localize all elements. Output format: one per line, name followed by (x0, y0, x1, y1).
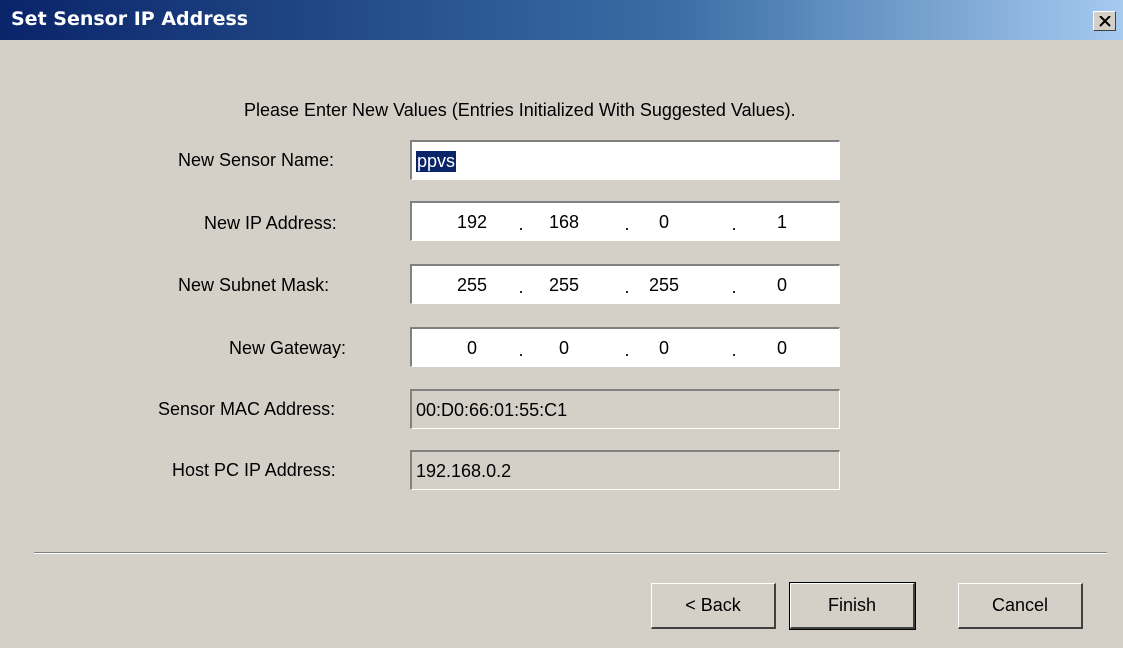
ip-dot: . (731, 277, 737, 297)
sensor-name-input[interactable]: ppvs (410, 140, 840, 180)
close-icon (1099, 16, 1111, 27)
ip-dot: . (624, 277, 630, 297)
ip-dot: . (518, 340, 524, 360)
gateway-octet-1[interactable]: 0 (444, 338, 500, 359)
back-button[interactable]: < Back (651, 583, 776, 629)
sensor-name-value: ppvs (416, 151, 457, 172)
gateway-octet-2[interactable]: 0 (536, 338, 592, 359)
mac-address-value: 00:D0:66:01:55:C1 (416, 400, 568, 420)
gateway-input[interactable]: 0 . 0 . 0 . 0 (410, 327, 840, 367)
title-bar: Set Sensor IP Address (0, 0, 1123, 40)
ip-dot: . (731, 340, 737, 360)
subnet-octet-1[interactable]: 255 (444, 275, 500, 296)
subnet-mask-label: New Subnet Mask: (178, 275, 330, 295)
subnet-octet-3[interactable]: 255 (636, 275, 692, 296)
host-ip-field: 192.168.0.2 (410, 450, 840, 490)
sensor-name-label: New Sensor Name: (178, 150, 335, 170)
gateway-octet-3[interactable]: 0 (636, 338, 692, 359)
ip-dot: . (518, 277, 524, 297)
window-title: Set Sensor IP Address (11, 8, 249, 30)
host-ip-value: 192.168.0.2 (416, 461, 512, 481)
host-ip-label: Host PC IP Address: (172, 460, 336, 480)
finish-button[interactable]: Finish (789, 582, 916, 630)
instructions-text: Please Enter New Values (Entries Initial… (244, 100, 796, 120)
subnet-octet-4[interactable]: 0 (754, 275, 810, 296)
ip-address-input[interactable]: 192 . 168 . 0 . 1 (410, 201, 840, 241)
gateway-label: New Gateway: (229, 338, 347, 358)
mac-address-field: 00:D0:66:01:55:C1 (410, 389, 840, 429)
ip-dot: . (731, 214, 737, 234)
cancel-button[interactable]: Cancel (958, 583, 1083, 629)
subnet-octet-2[interactable]: 255 (536, 275, 592, 296)
separator (34, 552, 1107, 554)
ip-octet-1[interactable]: 192 (444, 212, 500, 233)
close-button[interactable] (1093, 11, 1116, 31)
mac-address-label: Sensor MAC Address: (158, 399, 336, 419)
ip-octet-3[interactable]: 0 (636, 212, 692, 233)
ip-octet-4[interactable]: 1 (754, 212, 810, 233)
ip-octet-2[interactable]: 168 (536, 212, 592, 233)
ip-dot: . (624, 214, 630, 234)
ip-dot: . (518, 214, 524, 234)
subnet-mask-input[interactable]: 255 . 255 . 255 . 0 (410, 264, 840, 304)
gateway-octet-4[interactable]: 0 (754, 338, 810, 359)
ip-address-label: New IP Address: (204, 213, 337, 233)
ip-dot: . (624, 340, 630, 360)
